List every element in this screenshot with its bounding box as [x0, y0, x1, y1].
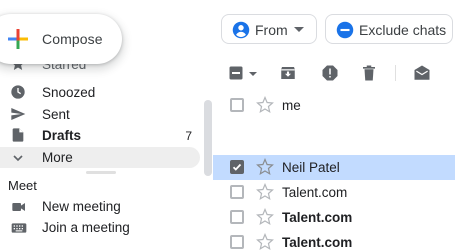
archive-icon[interactable]: [278, 64, 298, 82]
sidebar-item-drafts[interactable]: Drafts 7: [0, 125, 200, 146]
left-navigation-pane: Starred Compose Snoozed Sent Drafts 7 Mo…: [0, 0, 213, 252]
email-sender: Talent.com: [282, 235, 353, 250]
caret-down-icon: [249, 72, 257, 76]
row-checkbox[interactable]: [230, 98, 244, 112]
email-sender: Neil Patel: [282, 160, 340, 175]
meet-section-title: Meet: [8, 178, 37, 193]
email-row[interactable]: Talent.com: [213, 230, 455, 252]
checkmark-icon: [232, 163, 242, 171]
message-list-pane: From Exclude chats me Neil Patel Talent.…: [213, 0, 455, 252]
row-checkbox[interactable]: [230, 160, 244, 174]
sidebar-item-snoozed[interactable]: Snoozed: [0, 82, 200, 103]
exclude-chats-label: Exclude chats: [359, 22, 447, 38]
section-resize-handle[interactable]: [86, 171, 116, 174]
sidebar-item-label: More: [42, 150, 73, 165]
email-row[interactable]: Talent.com: [213, 205, 455, 230]
meet-item-label: New meeting: [42, 199, 121, 214]
nav-item-starred-partial[interactable]: Starred: [0, 62, 200, 78]
email-sender: me: [282, 98, 301, 113]
sidebar-item-label: Snoozed: [42, 85, 96, 100]
meet-item-new-meeting[interactable]: New meeting: [0, 197, 200, 217]
star-outline-icon[interactable]: [256, 208, 274, 226]
row-checkbox[interactable]: [230, 185, 244, 199]
clock-icon: [11, 85, 25, 99]
compose-button[interactable]: Compose: [0, 14, 122, 64]
plus-multicolor-icon: [8, 29, 28, 49]
sidebar-scrollbar[interactable]: [204, 100, 212, 176]
caret-down-icon: [294, 27, 304, 32]
email-sender: Talent.com: [282, 185, 348, 200]
star-outline-icon[interactable]: [256, 158, 274, 176]
sidebar-item-more[interactable]: More: [0, 147, 200, 168]
email-sender: Talent.com: [282, 210, 353, 225]
chevron-down-icon: [13, 155, 23, 162]
star-outline-icon[interactable]: [256, 233, 274, 251]
row-checkbox[interactable]: [230, 235, 244, 249]
email-row[interactable]: Talent.com: [213, 180, 455, 205]
select-checkbox-icon: [229, 66, 243, 80]
exclude-chats-chip[interactable]: Exclude chats: [325, 14, 453, 44]
account-circle-icon: [232, 21, 250, 39]
star-outline-icon[interactable]: [256, 96, 274, 114]
delete-icon[interactable]: [359, 64, 379, 82]
sidebar-item-label: Sent: [42, 107, 70, 122]
file-icon: [12, 128, 24, 142]
row-checkbox[interactable]: [230, 210, 244, 224]
report-spam-icon[interactable]: [320, 64, 340, 82]
sidebar-item-label: Drafts: [42, 128, 82, 143]
keyboard-icon: [11, 223, 27, 233]
select-all-dropdown[interactable]: [229, 64, 259, 82]
minus-circle-icon: [336, 21, 354, 39]
send-icon: [11, 108, 26, 120]
compose-label: Compose: [42, 31, 103, 47]
star-outline-icon[interactable]: [256, 183, 274, 201]
drafts-count: 7: [185, 128, 192, 143]
from-filter-label: From: [255, 22, 288, 38]
email-row[interactable]: me: [213, 93, 455, 118]
email-row[interactable]: Neil Patel: [213, 155, 455, 180]
toolbar-divider: [395, 65, 396, 81]
meet-item-join-meeting[interactable]: Join a meeting: [0, 218, 200, 238]
mark-read-icon[interactable]: [412, 64, 432, 82]
meet-item-label: Join a meeting: [42, 220, 130, 235]
message-toolbar: [213, 58, 455, 88]
from-filter-chip[interactable]: From: [221, 14, 317, 44]
videocam-icon: [12, 203, 25, 211]
sidebar-item-sent[interactable]: Sent: [0, 104, 200, 125]
